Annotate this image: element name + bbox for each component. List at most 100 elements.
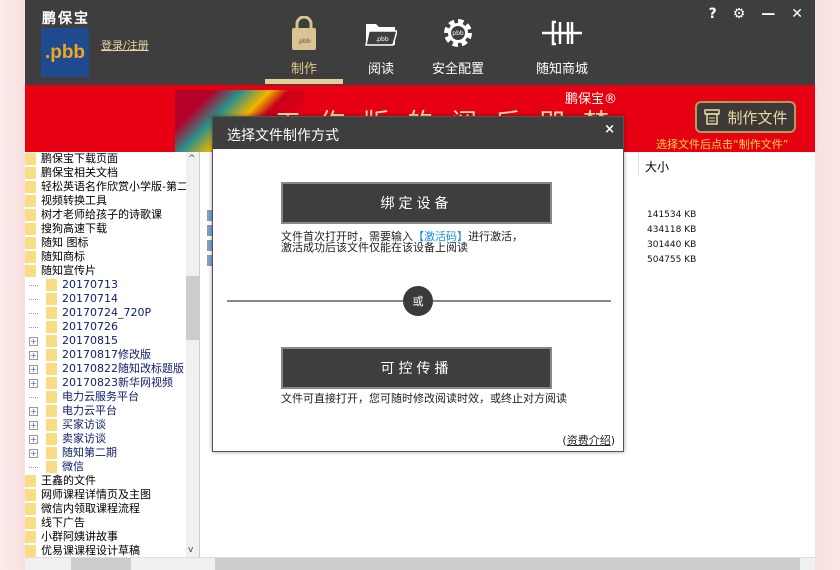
tree-item[interactable]: 搜狗高速下载 xyxy=(25,222,199,236)
tree-item[interactable]: 微信内领取课程流程 xyxy=(25,502,199,516)
controlled-spread-button[interactable]: 可控传播 xyxy=(281,347,552,389)
tree-item[interactable]: 线下广告 xyxy=(25,516,199,530)
tree-item-label: 搜狗高速下载 xyxy=(41,222,107,235)
tree-item-label: 20170724_720P xyxy=(62,306,152,319)
folder-icon xyxy=(46,433,57,445)
tree-item[interactable]: 鹏保宝相关文档 xyxy=(25,166,199,180)
tree-item[interactable]: 轻松英语名作欣赏小学版-第二 xyxy=(25,180,199,194)
svg-text:.pbb: .pbb xyxy=(297,38,311,45)
scroll-up-icon[interactable]: ^ xyxy=(188,154,196,164)
tree-item[interactable]: 20170724_720P xyxy=(25,306,199,320)
tree-item[interactable]: 随知商标 xyxy=(25,250,199,264)
make-hint: 选择文件后点击“制作文件” xyxy=(656,138,789,151)
tree-item-label: 微信内领取课程流程 xyxy=(41,502,140,515)
scroll-thumb[interactable] xyxy=(215,558,800,570)
folder-icon xyxy=(25,167,36,179)
expand-icon[interactable]: + xyxy=(29,406,38,416)
shop-logo-icon xyxy=(542,20,582,46)
tree-item[interactable]: 小群阿姨讲故事 xyxy=(25,530,199,544)
tree-item-label: 线下广告 xyxy=(41,516,85,529)
tree-item-label: 鹏保宝下载页面 xyxy=(41,152,118,165)
tab-security-config[interactable]: pbb 安全配置 xyxy=(418,16,498,77)
column-header-size[interactable]: 大小 xyxy=(638,152,675,176)
folder-icon xyxy=(46,377,57,389)
tree-item-label: 随知宣传片 xyxy=(41,264,96,277)
tree-item[interactable]: 优易课课程设计草稿 xyxy=(25,544,199,557)
expand-icon[interactable]: + xyxy=(29,448,38,458)
tree-connector xyxy=(29,466,38,468)
tree-item-label: 20170713 xyxy=(62,278,118,291)
folder-tree[interactable]: 鹏保宝下载页面 鹏保宝相关文档 轻松英语名作欣赏小学版-第二 视频转换工具 树才老师给孩… xyxy=(25,152,200,557)
login-register-link[interactable]: 登录/注册 xyxy=(101,37,149,53)
tree-item[interactable]: + 电力云平台 xyxy=(25,404,199,418)
tree-item[interactable]: 20170713 xyxy=(25,278,199,292)
tab-make[interactable]: .pbb 制作 xyxy=(264,16,344,84)
expand-icon[interactable]: + xyxy=(29,434,38,444)
tree-item[interactable]: 随知 图标 xyxy=(25,236,199,250)
tree-item[interactable]: 王鑫的文件 xyxy=(25,474,199,488)
tree-item[interactable]: 微信 xyxy=(25,460,199,474)
help-icon[interactable]: ? xyxy=(709,6,717,22)
tree-item[interactable]: + 随知第二期 xyxy=(25,446,199,460)
tree-item[interactable]: 20170714 xyxy=(25,292,199,306)
expand-icon[interactable]: + xyxy=(29,364,38,374)
tree-item[interactable]: 随知宣传片 xyxy=(25,264,199,278)
folder-icon xyxy=(25,517,36,529)
bind-device-button[interactable]: 绑定设备 xyxy=(281,182,552,224)
folder-icon xyxy=(46,321,57,333)
fee-intro-link[interactable]: 资费介绍 xyxy=(567,434,611,447)
folder-icon xyxy=(25,153,36,165)
tree-item-label: 随知 图标 xyxy=(41,236,89,249)
folder-icon xyxy=(25,223,36,235)
tree-item[interactable]: 电力云服务平台 xyxy=(25,390,199,404)
folder-icon xyxy=(25,209,36,221)
scroll-thumb[interactable] xyxy=(186,276,199,340)
tree-item-label: 微信 xyxy=(62,460,84,473)
app-title: 鹏保宝 xyxy=(42,11,90,27)
make-file-button[interactable]: 制作文件 xyxy=(695,101,796,133)
tree-item[interactable]: 视频转换工具 xyxy=(25,194,199,208)
tree-connector xyxy=(29,396,38,398)
gear-icon[interactable]: ⚙ xyxy=(733,6,746,22)
tree-item-label: 随知商标 xyxy=(41,250,85,263)
folder-icon xyxy=(46,447,57,459)
tree-item[interactable]: 树才老师给孩子的诗歌课 xyxy=(25,208,199,222)
scroll-thumb[interactable] xyxy=(71,558,131,570)
file-size: 504755 KB xyxy=(647,255,697,265)
folder-icon xyxy=(46,279,57,291)
horizontal-scrollbar[interactable] xyxy=(25,557,815,570)
document-icon xyxy=(704,109,721,125)
tree-item[interactable]: 鹏保宝下载页面 xyxy=(25,152,199,166)
close-icon[interactable]: ✕ xyxy=(791,6,803,22)
expand-icon[interactable]: + xyxy=(29,336,38,346)
folder-icon xyxy=(46,405,57,417)
tree-item[interactable]: 20170726 xyxy=(25,320,199,334)
tab-shop[interactable]: 随知商城 xyxy=(522,16,602,77)
tree-item[interactable]: +20170817修改版 xyxy=(25,348,199,362)
tree-item-label: 随知第二期 xyxy=(62,446,117,459)
expand-icon[interactable]: + xyxy=(29,350,38,360)
tree-item-label: 买家访谈 xyxy=(62,418,106,431)
tree-item[interactable]: +20170815 xyxy=(25,334,199,348)
minimize-icon[interactable]: — xyxy=(761,6,775,22)
scroll-down-icon[interactable]: v xyxy=(188,545,193,555)
tree-item-label: 树才老师给孩子的诗歌课 xyxy=(41,208,162,221)
tab-read[interactable]: .pbb 阅读 xyxy=(341,16,421,77)
tree-item[interactable]: +20170823新华网视频 xyxy=(25,376,199,390)
expand-icon[interactable]: + xyxy=(29,420,38,430)
close-icon[interactable]: × xyxy=(604,122,615,137)
folder-icon xyxy=(25,531,36,543)
tree-scrollbar[interactable]: ^ v xyxy=(186,152,199,557)
expand-icon[interactable]: + xyxy=(29,378,38,388)
tree-item[interactable]: 网师课程详情页及主图 xyxy=(25,488,199,502)
avatar: .pbb xyxy=(41,28,89,77)
file-size: 434118 KB xyxy=(647,225,697,235)
tree-item-label: 优易课课程设计草稿 xyxy=(41,544,140,557)
tree-item[interactable]: +20170822随知改标题版 xyxy=(25,362,199,376)
folder-icon xyxy=(46,335,57,347)
tree-item-label: 20170815 xyxy=(62,334,118,347)
tree-item[interactable]: + 卖家访谈 xyxy=(25,432,199,446)
folder-icon xyxy=(25,181,36,193)
tree-item[interactable]: + 买家访谈 xyxy=(25,418,199,432)
make-mode-dialog: 选择文件制作方式 × 绑定设备 文件首次打开时，需要输入【激活码】进行激活， 激… xyxy=(212,116,624,452)
